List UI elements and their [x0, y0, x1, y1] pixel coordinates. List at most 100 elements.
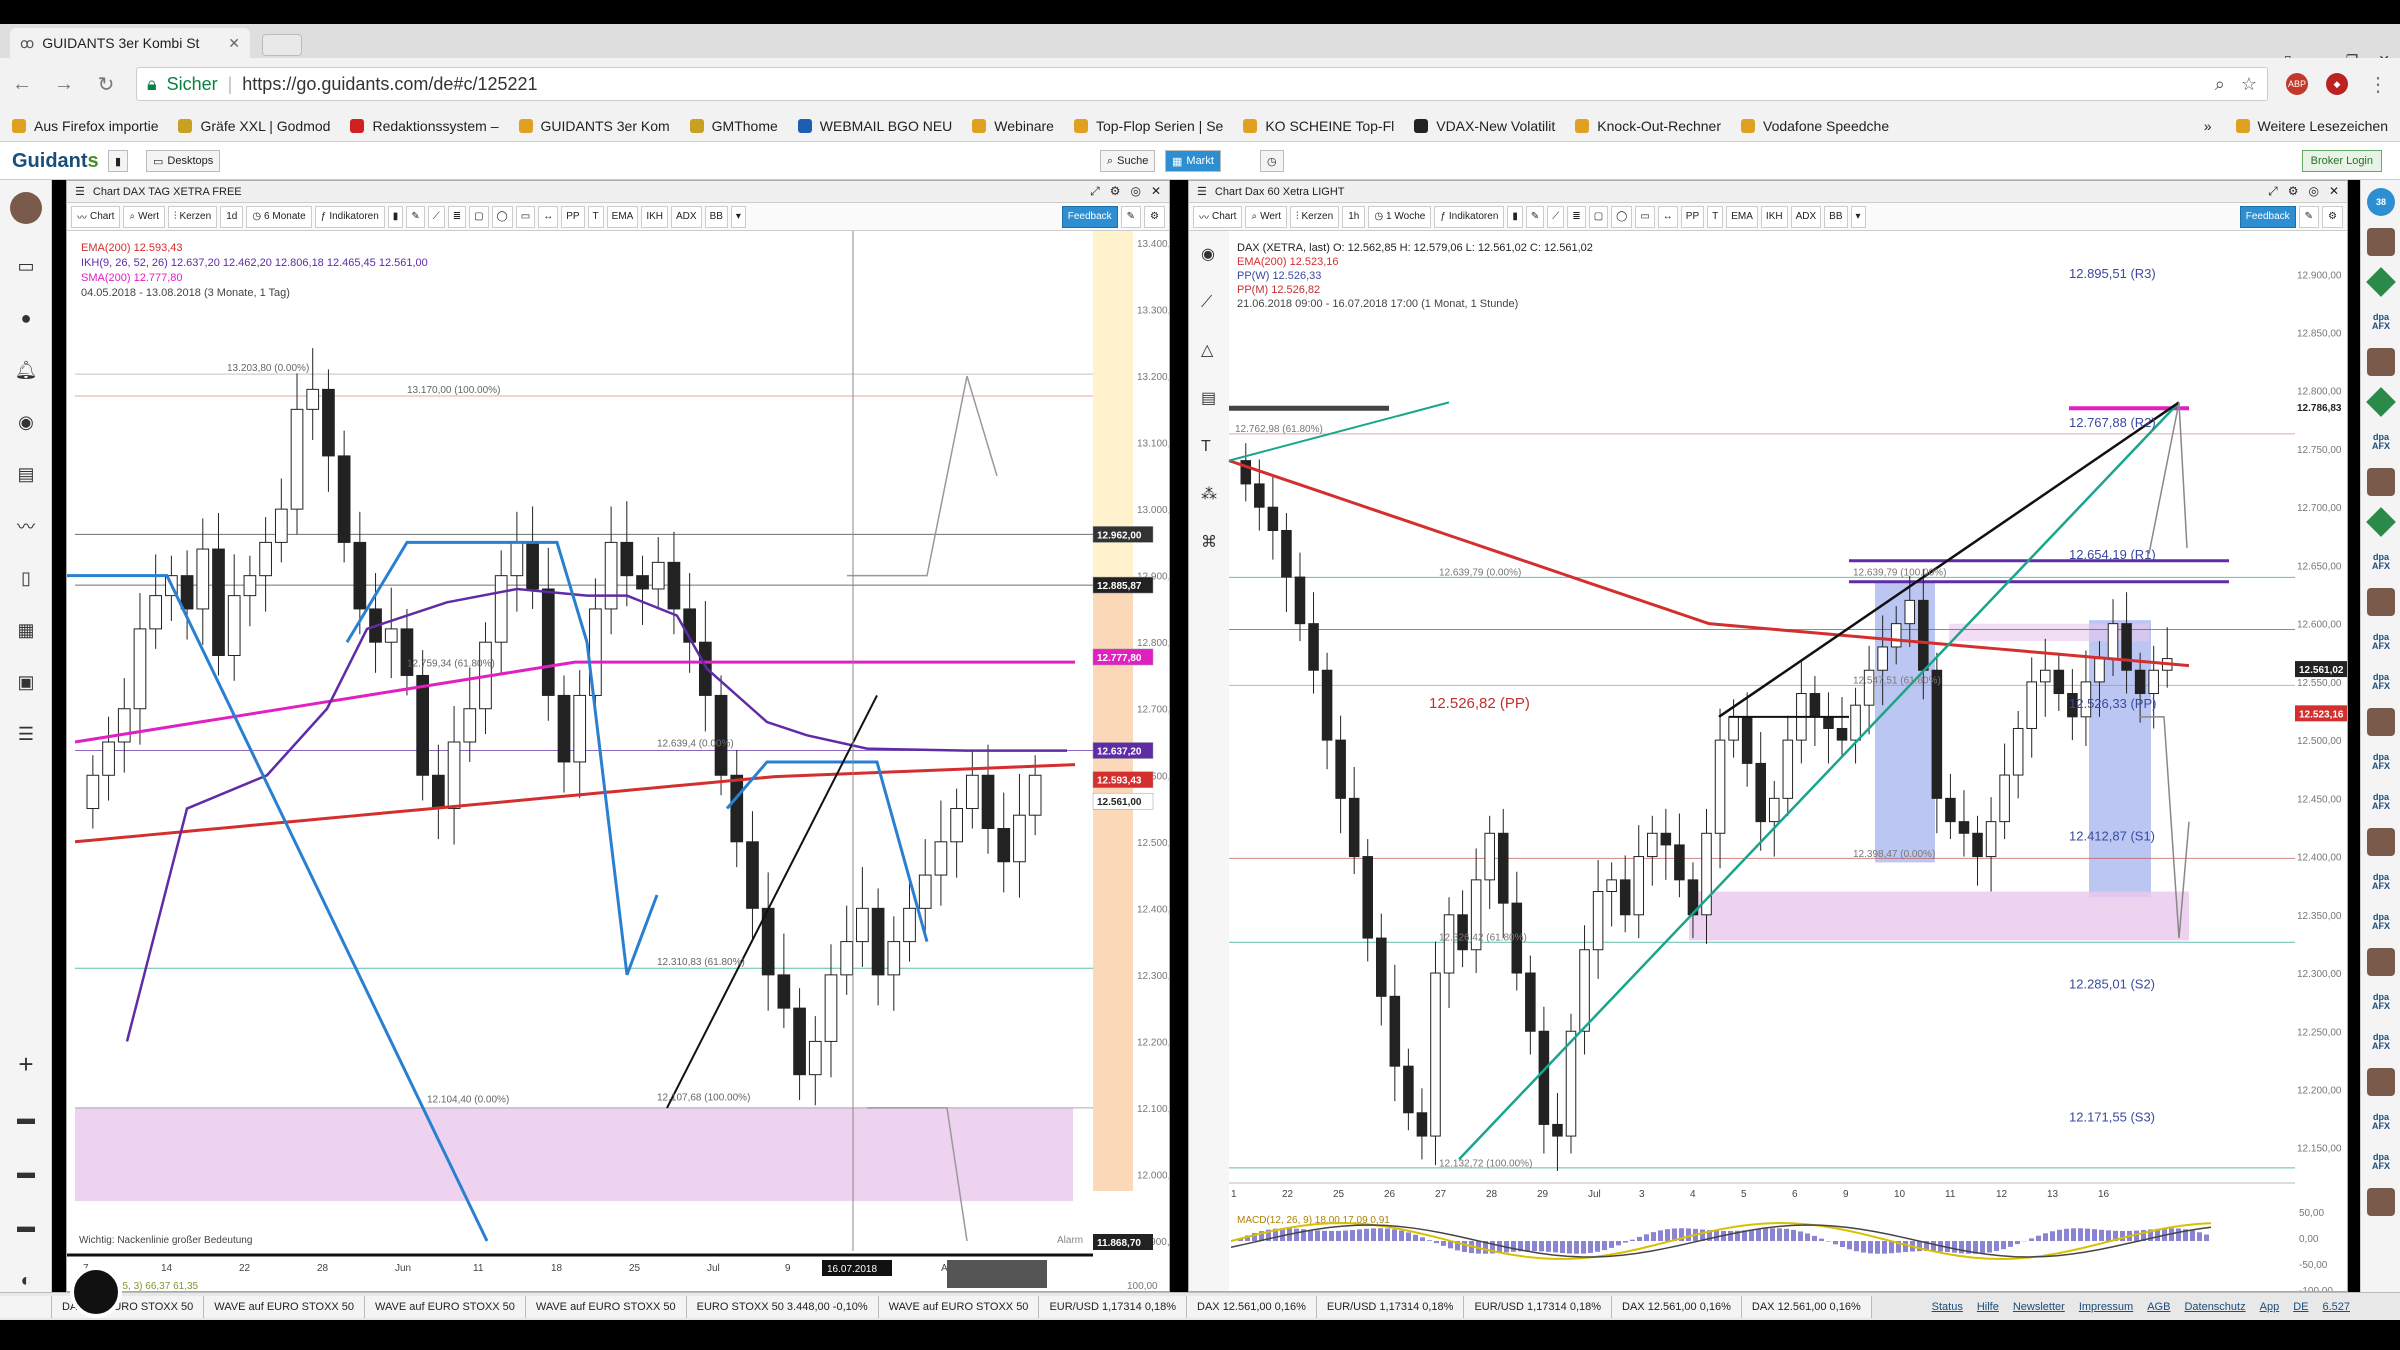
footer-link[interactable]: Newsletter — [2013, 1301, 2065, 1313]
settings-icon[interactable]: ⚙ — [1144, 205, 1165, 228]
drawing-tool-icon[interactable]: ⌘ — [1201, 534, 1217, 551]
tool-ema-icon[interactable]: EMA — [1726, 205, 1758, 228]
news-feed-item[interactable]: dpa AFX — [2367, 1108, 2395, 1136]
ticker-item[interactable]: WAVE auf EURO STOXX 50 — [204, 1295, 366, 1318]
bookmark-item[interactable]: Top-Flop Serien | Se — [1073, 118, 1223, 134]
drawing-tool-icon[interactable]: ◉ — [1201, 246, 1215, 263]
more-bookmarks[interactable]: Weitere Lesezeichen — [2235, 118, 2388, 134]
drawing-tool-icon[interactable]: ⁂ — [1201, 486, 1217, 503]
draw-tool-icon[interactable]: ✎ — [2298, 205, 2320, 228]
tool-trend-icon[interactable]: ⟋ — [427, 205, 445, 228]
tool-bb-icon[interactable]: BB — [1824, 205, 1848, 228]
tool-pen-icon[interactable]: ✎ — [1525, 205, 1545, 228]
ticker-item[interactable]: WAVE auf EURO STOXX 50 — [365, 1295, 526, 1318]
news-feed-item[interactable]: dpa AFX — [2367, 1028, 2395, 1056]
bookmark-item[interactable]: GUIDANTS 3er Kom — [518, 118, 670, 134]
phone-icon[interactable]: ▯ — [12, 564, 40, 592]
news-feed-item[interactable]: dpa AFX — [2367, 788, 2395, 816]
alarm-label[interactable]: Alarm — [1057, 1235, 1083, 1246]
zoom-icon[interactable]: ⌕ — [2215, 74, 2225, 95]
forward-icon[interactable]: → — [52, 73, 76, 96]
tool-more-icon[interactable]: ▾ — [1850, 205, 1866, 228]
bookmark-item[interactable]: Knock-Out-Rechner — [1575, 118, 1721, 134]
tool-box-icon[interactable]: ▢ — [1588, 205, 1609, 228]
tool-adx-icon[interactable]: ADX — [1790, 205, 1822, 228]
tool-bb-icon[interactable]: BB — [704, 205, 728, 228]
adblock-icon[interactable]: ABP — [2286, 73, 2308, 95]
drawing-tool-icon[interactable]: T — [1201, 438, 1211, 455]
bookmark-item[interactable]: Vodafone Speedche — [1741, 118, 1889, 134]
user-avatar[interactable] — [10, 192, 42, 224]
news-icon[interactable]: ▦ — [12, 616, 40, 644]
news-feed-item[interactable]: 38 — [2367, 188, 2395, 216]
circle-icon[interactable]: ◎ — [2308, 184, 2318, 199]
drawing-tool-icon[interactable]: ▤ — [1201, 390, 1216, 407]
bookmark-button[interactable]: ▮ — [108, 150, 129, 172]
settings-icon[interactable]: ⚙ — [2322, 205, 2343, 228]
draw-tool-icon[interactable]: ✎ — [1120, 205, 1142, 228]
news-feed-item[interactable]: dpa AFX — [2367, 988, 2395, 1016]
tool-adx-icon[interactable]: ADX — [671, 205, 702, 228]
bookmark-item[interactable]: GMThome — [689, 118, 778, 134]
panel-menu-icon[interactable]: ☰ — [75, 185, 85, 198]
broker-login-button[interactable]: Broker Login — [2301, 150, 2382, 172]
person-icon[interactable]: ● — [12, 304, 40, 332]
market-button[interactable]: ▦ Markt — [1165, 150, 1221, 172]
drawing-tool-icon[interactable]: ⟋ — [1201, 294, 1213, 311]
toolbar-button[interactable]: ⫶ Kerzen — [168, 205, 218, 228]
tool-arrow-icon[interactable]: ↔ — [1657, 205, 1678, 228]
folder-a-icon[interactable]: ▬ — [12, 1104, 40, 1132]
desktop-icon[interactable]: ▭ — [12, 252, 40, 280]
toolbar-button[interactable]: ⌕ Wert — [1245, 205, 1287, 228]
tool-arrow-icon[interactable]: ↔ — [538, 205, 559, 228]
footer-link[interactable]: Status — [1932, 1301, 1963, 1313]
star-icon[interactable]: ☆ — [2241, 74, 2257, 95]
ticket-icon[interactable]: ▤ — [12, 460, 40, 488]
feedback-button[interactable]: Feedback — [2239, 205, 2296, 228]
toolbar-button[interactable]: ƒ Indikatoren — [1434, 205, 1505, 228]
tool-pp-icon[interactable]: PP — [561, 205, 585, 228]
tab-close-icon[interactable]: ✕ — [228, 35, 240, 52]
desktops-button[interactable]: ▭ Desktops — [146, 150, 221, 172]
diamond-icon[interactable] — [2366, 387, 2396, 417]
author-avatar[interactable] — [2367, 828, 2395, 856]
footer-link[interactable]: Datenschutz — [2184, 1301, 2245, 1313]
author-avatar[interactable] — [2367, 1188, 2395, 1216]
news-feed-item[interactable]: dpa AFX — [2367, 628, 2395, 656]
footer-link[interactable]: Impressum — [2079, 1301, 2133, 1313]
ticker-item[interactable]: DAX 12.561,00 0,16% — [1612, 1295, 1742, 1318]
footer-link[interactable]: Hilfe — [1977, 1301, 1999, 1313]
bookmark-item[interactable]: VDAX-New Volatilit — [1414, 118, 1555, 134]
eye-icon[interactable]: ◉ — [12, 408, 40, 436]
ema-200-line[interactable] — [74, 763, 1076, 844]
tool-pen-icon[interactable]: ✎ — [406, 205, 425, 228]
toolbar-button[interactable]: 1d — [220, 205, 244, 228]
contrast-icon[interactable]: ◐ — [12, 1266, 40, 1294]
bookmark-item[interactable]: Gräfe XXL | Godmod — [178, 118, 330, 134]
language-switch[interactable]: DE — [2293, 1301, 2308, 1313]
news-feed-item[interactable]: dpa AFX — [2367, 1148, 2395, 1176]
toolbar-button[interactable]: ◷ 6 Monate — [246, 205, 312, 228]
menu-icon[interactable]: ⋮ — [2366, 72, 2390, 97]
news-feed-item[interactable]: dpa AFX — [2367, 428, 2395, 456]
toolbar-button[interactable]: ƒ Indikatoren — [314, 205, 385, 228]
reload-icon[interactable]: ↻ — [94, 72, 118, 97]
tool-fib-icon[interactable]: ≣ — [447, 205, 467, 228]
toolbar-button[interactable]: ◷ 1 Woche — [1368, 205, 1432, 228]
panel-menu-icon[interactable]: ☰ — [1197, 185, 1207, 198]
ticker-item[interactable]: WAVE auf EURO STOXX 50 — [878, 1295, 1040, 1318]
bookmark-item[interactable]: Aus Firefox importie — [12, 118, 158, 134]
tool-box-icon[interactable]: ▢ — [469, 205, 489, 228]
diamond-icon[interactable] — [2366, 507, 2396, 537]
news-feed-item[interactable]: dpa AFX — [2367, 868, 2395, 896]
ticker-item[interactable]: EUR/USD 1,17314 0,18% — [1316, 1295, 1465, 1318]
folder-v-icon[interactable]: ▬ — [12, 1212, 40, 1240]
tool-bookmark-icon[interactable]: ▮ — [387, 205, 404, 228]
projection-path[interactable] — [2178, 402, 2188, 549]
chart-line-icon[interactable]: 〰 — [12, 512, 40, 540]
calendar-icon[interactable]: ▣ — [12, 668, 40, 696]
tool-text-icon[interactable]: T — [1707, 205, 1724, 228]
bookmark-item[interactable]: WEBMAIL BGO NEU — [797, 118, 952, 134]
bookmark-item[interactable]: KO SCHEINE Top-Fl — [1243, 118, 1394, 134]
tool-rect-icon[interactable]: ▭ — [515, 205, 536, 228]
